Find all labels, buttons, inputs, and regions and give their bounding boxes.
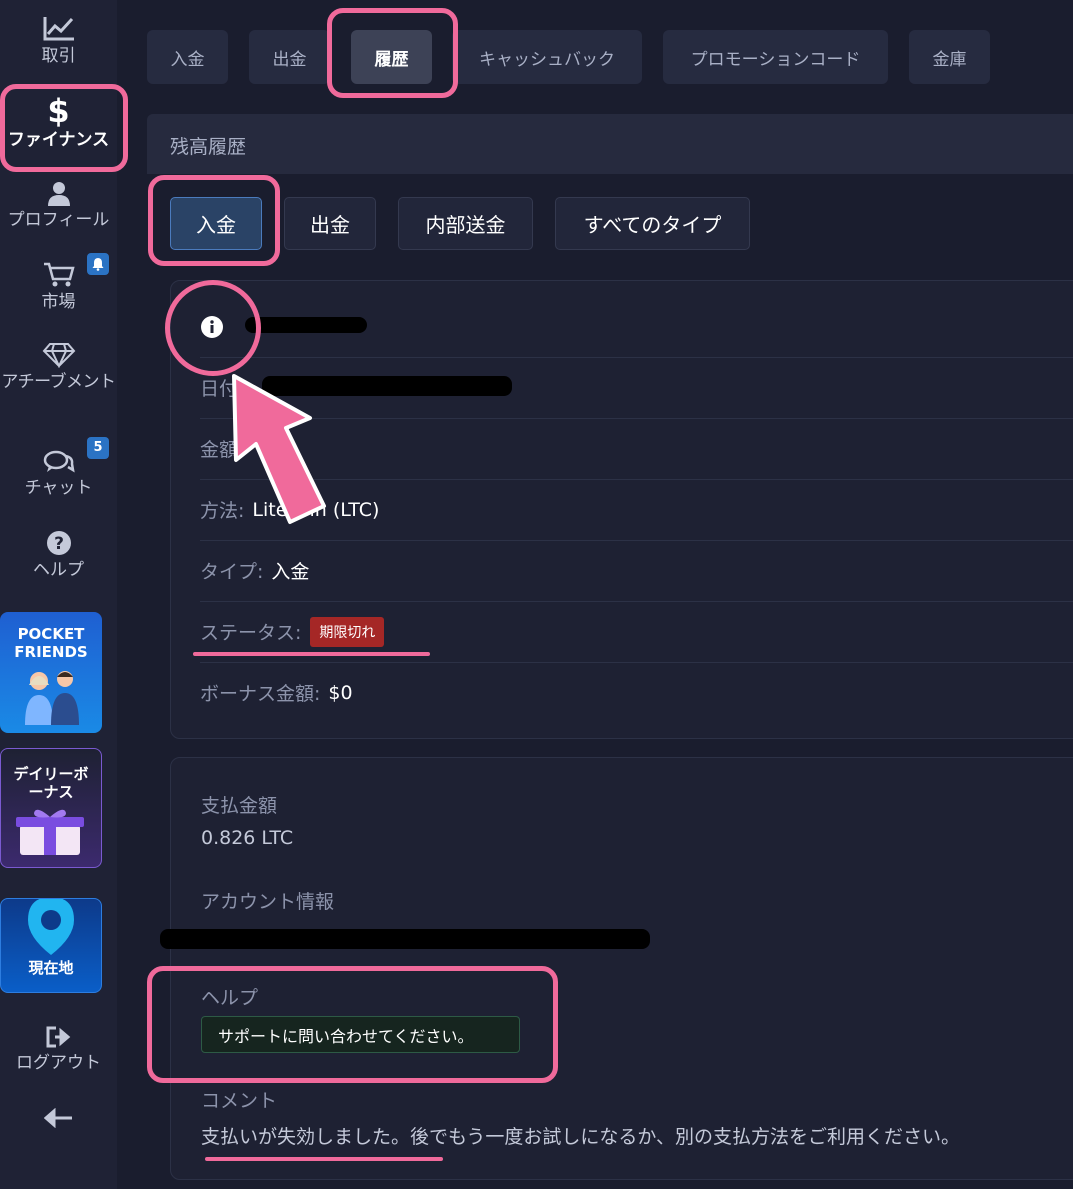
type-label: タイプ:: [200, 561, 264, 583]
account-info-label: アカウント情報: [201, 891, 335, 913]
chat-icon: [43, 450, 75, 473]
tab-promo-code[interactable]: プロモーションコード: [663, 30, 888, 84]
pocket-friends-title: POCKET FRIENDS: [14, 625, 88, 661]
logout-button[interactable]: ログアウト: [0, 1025, 117, 1073]
sidebar-item-profile[interactable]: プロフィール: [0, 180, 117, 230]
location-banner[interactable]: 現在地: [0, 898, 102, 993]
tab-vault[interactable]: 金庫: [909, 30, 990, 84]
bell-icon: [92, 258, 104, 271]
filter-internal-transfer[interactable]: 内部送金: [398, 197, 533, 250]
bonus-value: $0: [328, 681, 353, 704]
cart-icon: [43, 262, 75, 287]
annotation-circle-info: [165, 280, 261, 376]
annotation-highlight-help: [147, 966, 558, 1083]
type-row: タイプ: 入金: [200, 540, 1073, 601]
question-icon: ?: [46, 531, 71, 555]
status-badge: 期限切れ: [310, 616, 385, 647]
sidebar-item-label: ヘルプ: [33, 560, 84, 580]
payment-amount-value: 0.826 LTC: [201, 827, 294, 849]
filter-withdraw[interactable]: 出金: [284, 197, 376, 250]
annotation-highlight-history-tab: [327, 8, 458, 98]
status-label: ステータス:: [200, 622, 302, 644]
tab-cashback[interactable]: キャッシュバック: [452, 30, 642, 84]
annotation-underline-comment: [205, 1157, 443, 1161]
diamond-icon: [42, 343, 75, 368]
annotation-highlight-deposit-filter: [148, 175, 280, 266]
sidebar-item-label: プロフィール: [7, 210, 110, 230]
daily-bonus-title: デイリーボーナス: [13, 765, 89, 801]
sidebar: 取引 $ ファイナンス プロフィール 市場 アチーブメント チャット 5 ? ヘ…: [0, 0, 117, 1189]
comment-text: 支払いが失効しました。後でもう一度お試しになるか、別の支払方法をご利用ください。: [201, 1126, 961, 1148]
sidebar-item-trade[interactable]: 取引: [0, 14, 117, 66]
pocket-friends-banner[interactable]: POCKET FRIENDS: [0, 612, 102, 733]
sidebar-item-label: チャット: [24, 478, 93, 498]
collapse-sidebar-button[interactable]: [0, 1108, 117, 1132]
location-pin-icon: [28, 899, 74, 955]
tab-deposit[interactable]: 入金: [147, 30, 228, 84]
annotation-arrow-icon: [232, 374, 326, 524]
redacted-transaction-id: [245, 317, 367, 333]
daily-bonus-banner[interactable]: デイリーボーナス: [0, 748, 102, 868]
bonus-row: ボーナス金額: $0: [200, 662, 1073, 723]
section-title: 残高履歴: [147, 114, 1073, 174]
filter-all-types[interactable]: すべてのタイプ: [555, 197, 750, 250]
sidebar-item-help[interactable]: ? ヘルプ: [0, 530, 117, 580]
tab-withdraw[interactable]: 出金: [249, 30, 330, 84]
logout-label: ログアウト: [16, 1053, 101, 1073]
sidebar-item-achievements[interactable]: アチーブメント: [0, 342, 117, 392]
sidebar-item-label: 取引: [41, 46, 76, 66]
annotation-underline-status: [193, 652, 430, 656]
comment-label: コメント: [201, 1090, 278, 1112]
arrow-left-icon: [43, 1108, 72, 1128]
payment-amount-label: 支払金額: [201, 795, 278, 817]
chart-line-icon: [43, 17, 74, 41]
people-illustration-icon: [25, 671, 79, 725]
redacted-account-info: [160, 929, 650, 949]
sidebar-item-label: アチーブメント: [1, 372, 116, 392]
location-title: 現在地: [28, 959, 74, 977]
type-value: 入金: [271, 561, 310, 583]
chat-count-badge: 5: [87, 437, 109, 459]
annotation-highlight-finance: [0, 84, 128, 172]
svg-text:?: ?: [54, 534, 64, 554]
sidebar-item-label: 市場: [41, 292, 76, 312]
gift-icon: [16, 809, 84, 855]
logout-icon: [46, 1026, 70, 1048]
bonus-label: ボーナス金額:: [200, 683, 321, 705]
user-icon: [47, 182, 70, 206]
notification-badge: [87, 253, 109, 275]
